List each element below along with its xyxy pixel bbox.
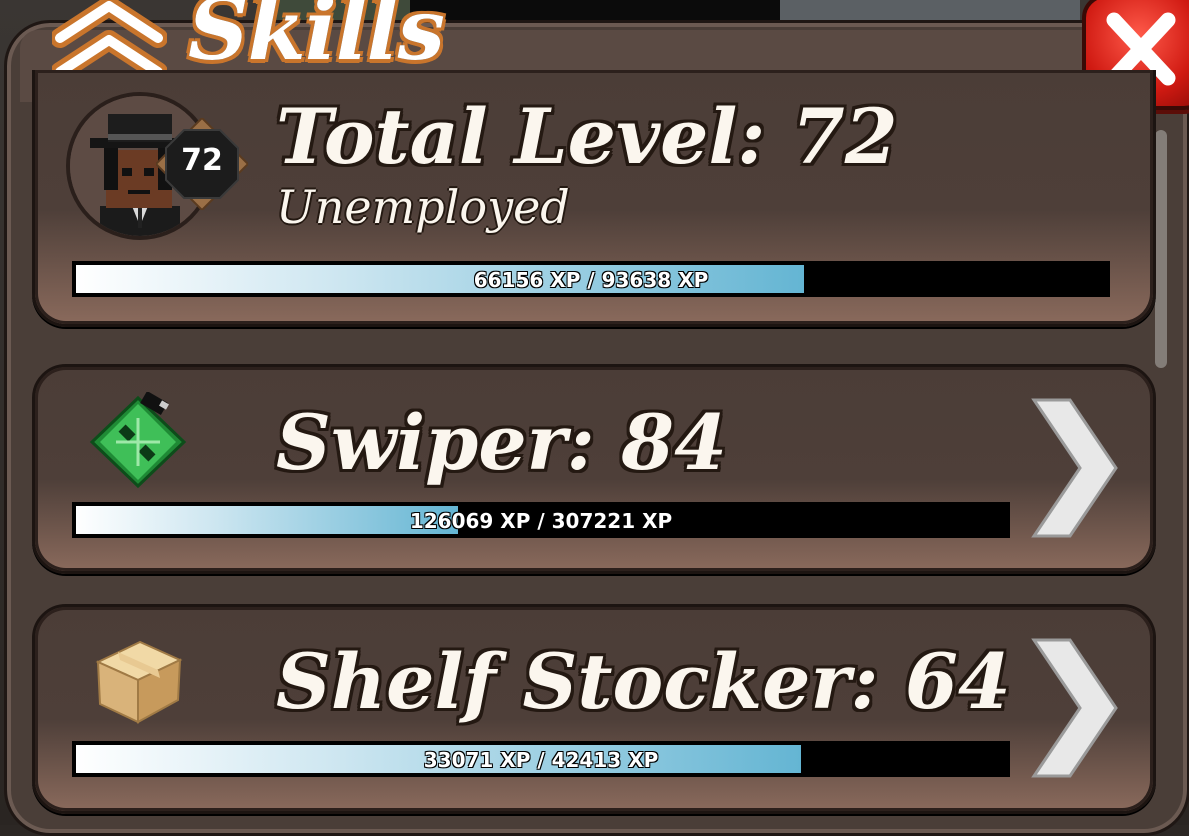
total-xp-text: 66156 XP / 93638 XP (473, 268, 709, 292)
skill-title-shelf-stocker: Shelf Stocker: 64 (276, 637, 1011, 726)
cardboard-box-icon (95, 640, 183, 724)
chevron-right-icon[interactable] (1030, 398, 1120, 538)
total-level-title: Total Level: 72 (276, 92, 898, 181)
occupation-label: Unemployed (276, 180, 570, 234)
level-badge-value: 72 (181, 143, 223, 178)
circuit-board-icon (89, 392, 187, 489)
swiper-xp-bar: 126069 XP / 307221 XP (72, 502, 1010, 538)
panel-title: Skills (188, 0, 445, 79)
chevron-right-icon[interactable] (1030, 638, 1120, 778)
shelf-stocker-xp-text: 33071 XP / 42413 XP (423, 748, 659, 772)
swiper-xp-text: 126069 XP / 307221 XP (409, 509, 673, 533)
skill-title-swiper: Swiper: 84 (276, 398, 727, 487)
total-xp-bar: 66156 XP / 93638 XP (72, 261, 1110, 297)
shelf-stocker-xp-bar: 33071 XP / 42413 XP (72, 741, 1010, 777)
scrollbar[interactable] (1155, 130, 1167, 368)
